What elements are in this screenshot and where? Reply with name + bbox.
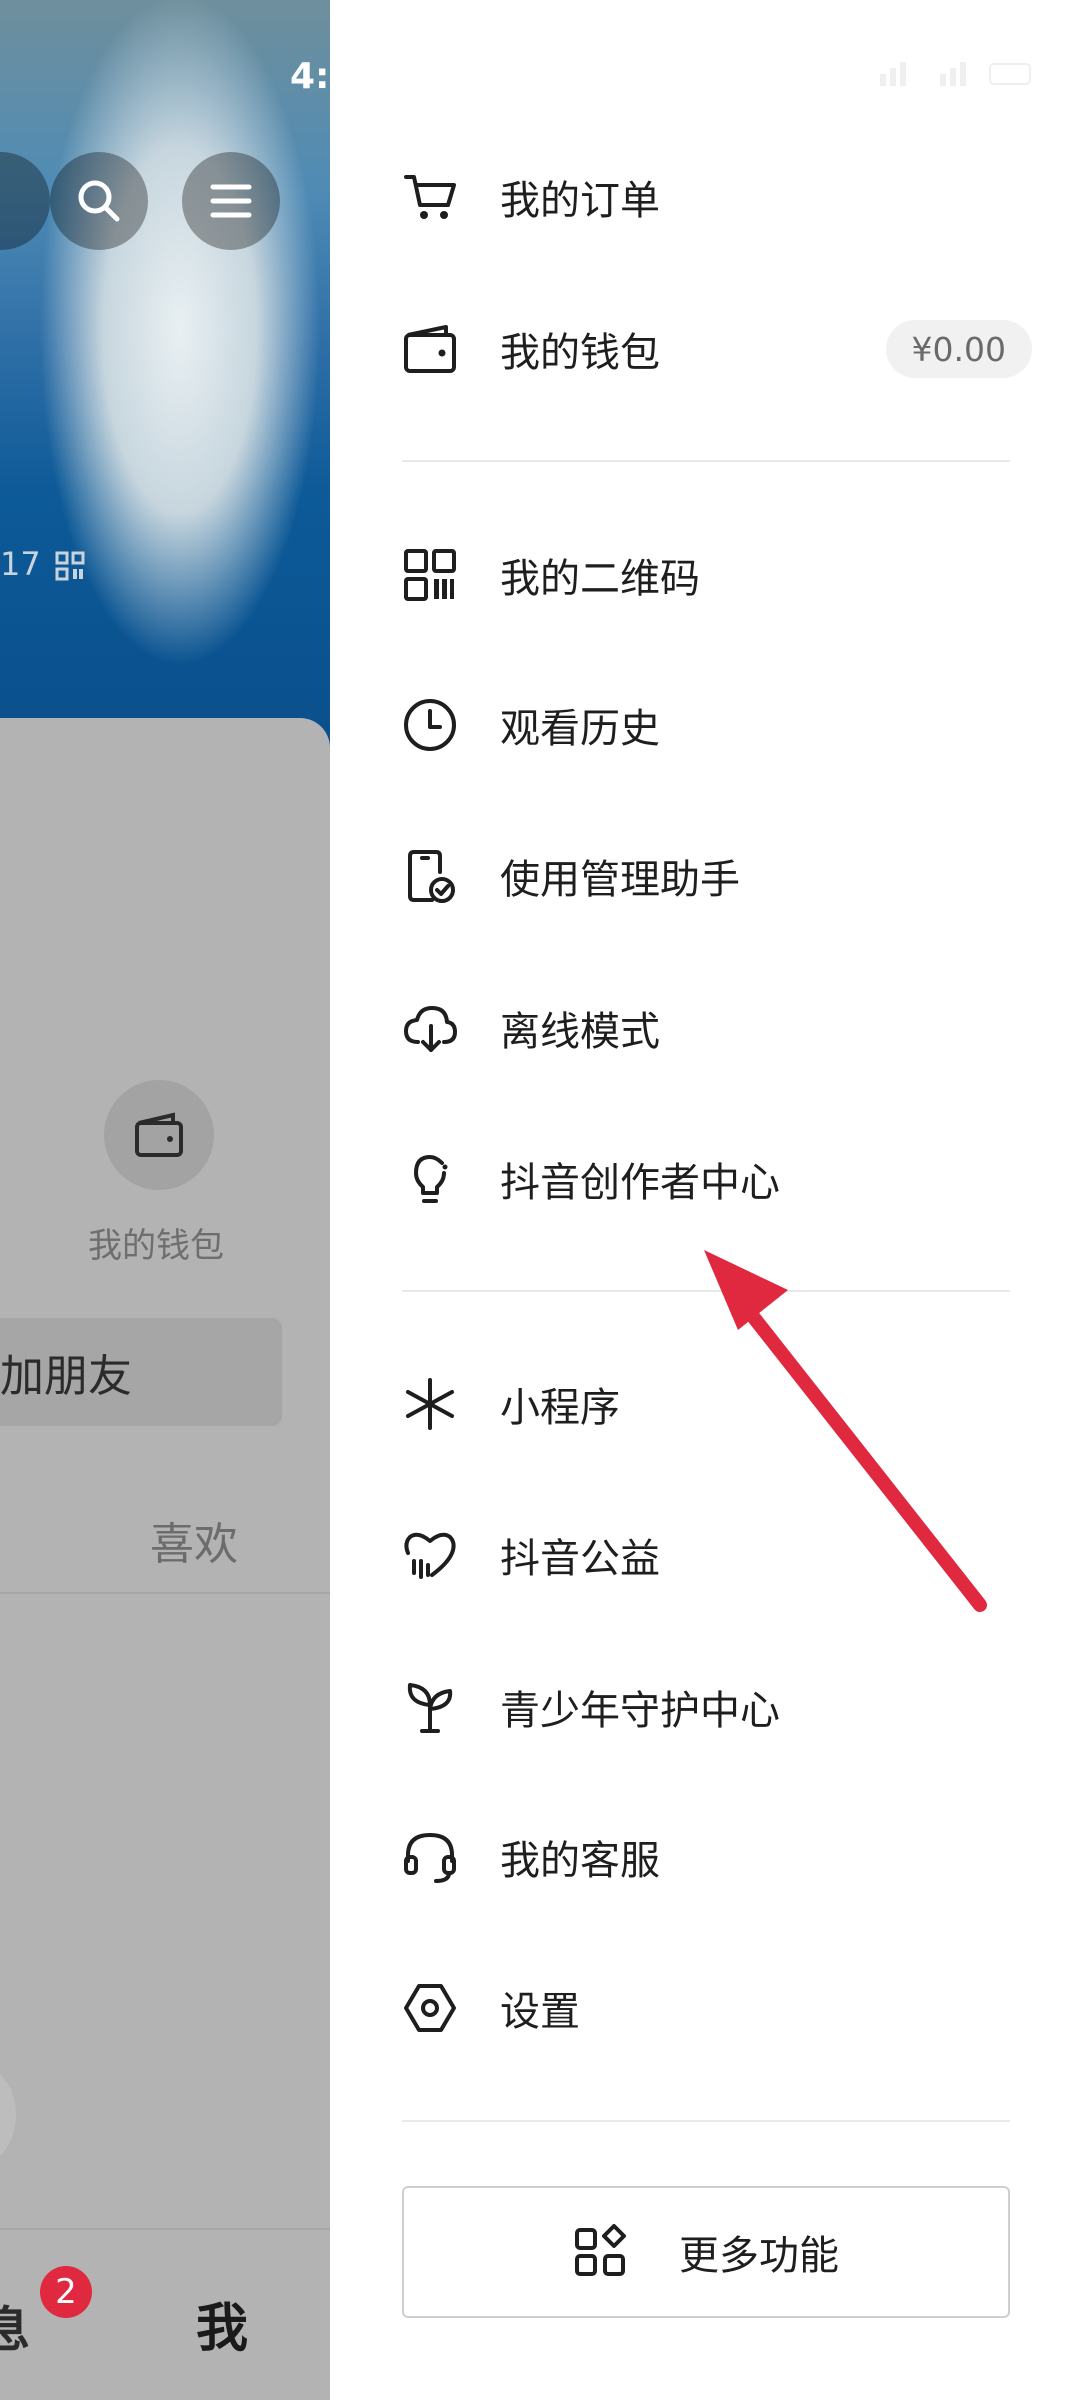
menu-item-label: 使用管理助手 [500, 857, 740, 903]
wallet-balance-badge: ¥0.00 [885, 320, 1032, 378]
menu-item-youth-protection[interactable]: 青少年守护中心 [402, 1652, 1012, 1762]
menu-item-mini-programs[interactable]: 小程序 [402, 1349, 1012, 1459]
sprout-icon [402, 1679, 458, 1735]
menu-item-label: 我的钱包 [500, 330, 660, 376]
profile-page-background: 4:5 17 我的钱包 加朋友 喜欢 息 2 我 [0, 0, 330, 2400]
phone-check-icon [402, 848, 458, 904]
menu-item-label: 我的订单 [500, 178, 660, 224]
menu-item-label: 设置 [500, 1989, 580, 2035]
lightbulb-icon [402, 1151, 458, 1207]
menu-item-settings[interactable]: 设置 [402, 1953, 1012, 2063]
menu-item-watch-history[interactable]: 观看历史 [402, 670, 1012, 780]
menu-item-creator-center[interactable]: 抖音创作者中心 [402, 1124, 1012, 1234]
section-divider [402, 460, 1010, 462]
more-features-label: 更多功能 [679, 2233, 839, 2279]
menu-item-label: 抖音创作者中心 [500, 1160, 780, 1206]
menu-item-label: 我的客服 [500, 1838, 660, 1884]
nav-messages[interactable]: 息 [0, 2290, 30, 2360]
qr-small-icon [55, 551, 85, 581]
section-divider [402, 2120, 1010, 2122]
status-time: 4:5 [290, 56, 330, 97]
menu-item-label: 抖音公益 [500, 1536, 660, 1582]
more-features-button[interactable]: 更多功能 [402, 2186, 1010, 2318]
qr-code-icon [402, 547, 458, 603]
wallet-icon [135, 1112, 183, 1157]
wallet-shortcut-label: 我的钱包 [88, 1226, 224, 1266]
menu-button[interactable] [182, 152, 280, 250]
signal-icon [880, 62, 1031, 86]
side-drawer: 我的订单 我的钱包 ¥0.00 我的二维码 观看历史 使用管理助手 离线模式 抖… [330, 0, 1080, 2400]
hamburger-icon [210, 184, 252, 218]
clock-icon [402, 697, 458, 753]
heart-hand-icon [402, 1527, 458, 1583]
profile-cover-image [0, 0, 330, 760]
wallet-shortcut[interactable] [104, 1080, 214, 1190]
grid-apps-icon [573, 2224, 629, 2280]
settings-hexagon-icon [402, 1980, 458, 2036]
tab-like[interactable]: 喜欢 [150, 1508, 238, 1572]
mini-program-icon [402, 1376, 458, 1432]
menu-item-public-welfare[interactable]: 抖音公益 [402, 1500, 1012, 1610]
menu-item-offline-mode[interactable]: 离线模式 [402, 973, 1012, 1083]
wallet-icon [402, 321, 458, 377]
status-bar [330, 0, 1080, 120]
menu-item-orders[interactable]: 我的订单 [402, 142, 1012, 252]
messages-badge: 2 [40, 2266, 92, 2318]
tab-divider [0, 1592, 330, 1594]
search-icon [78, 180, 120, 222]
menu-item-qr-code[interactable]: 我的二维码 [402, 520, 1012, 630]
douyin-id-text: 17 [0, 545, 41, 583]
cart-icon [402, 169, 458, 225]
menu-item-label: 我的二维码 [500, 556, 700, 602]
menu-item-label: 观看历史 [500, 706, 660, 752]
headset-icon [402, 1829, 458, 1885]
status-icons [880, 58, 1040, 96]
cloud-download-icon [402, 1000, 458, 1056]
menu-item-label: 离线模式 [500, 1009, 660, 1055]
menu-item-label: 青少年守护中心 [500, 1688, 780, 1734]
douyin-id-partial: 17 [0, 545, 85, 583]
add-friend-label: 加朋友 [0, 1351, 132, 1402]
menu-item-label: 小程序 [500, 1385, 620, 1431]
section-divider [402, 1290, 1010, 1292]
menu-item-usage-assistant[interactable]: 使用管理助手 [402, 821, 1012, 931]
menu-item-customer-service[interactable]: 我的客服 [402, 1802, 1012, 1912]
add-friend-button[interactable]: 加朋友 [0, 1318, 282, 1426]
bottom-nav: 息 2 我 [0, 2228, 330, 2400]
search-button[interactable] [50, 152, 148, 250]
nav-me[interactable]: 我 [196, 2286, 248, 2361]
